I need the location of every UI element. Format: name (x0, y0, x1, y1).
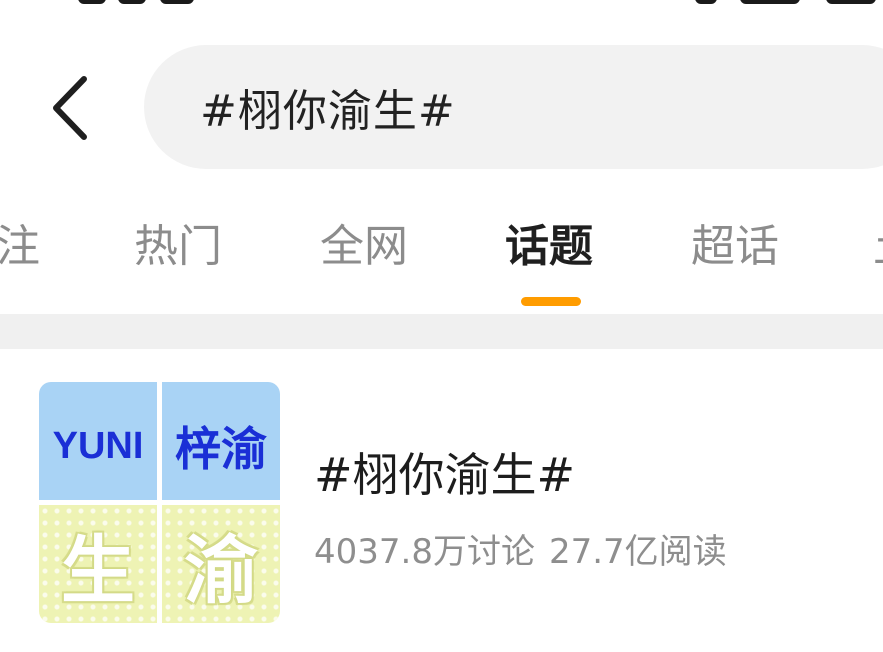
thumbnail-text: 渝 (184, 527, 258, 614)
search-query-text: #栩你渝生# (200, 86, 456, 137)
network-indicator (695, 0, 717, 4)
status-indicator (118, 0, 146, 4)
read-count: 27.7亿阅读 (548, 532, 727, 572)
tab-partial[interactable]: 土 (873, 212, 883, 282)
tab-super-topics[interactable]: 超话 (691, 212, 779, 282)
tab-hot[interactable]: 热门 (134, 212, 222, 282)
tab-all-web[interactable]: 全网 (320, 212, 408, 282)
signal-indicator (826, 0, 876, 4)
thumbnail-tile: YUNI (39, 382, 157, 500)
status-indicator (160, 0, 194, 4)
topic-stats: 4037.8万讨论 27.7亿阅读 (314, 524, 727, 573)
section-divider (0, 314, 883, 349)
thumbnail-tile: 梓渝 (162, 382, 280, 500)
topic-title: #栩你渝生# (314, 448, 576, 502)
topic-thumbnail: YUNI 梓渝 生 渝 (39, 382, 280, 623)
status-bar (0, 0, 883, 8)
tab-topics[interactable]: 话题 (505, 212, 593, 282)
network-speed-indicator (740, 0, 800, 4)
tab-bar: 注 热门 全网 话题 超话 土 (0, 212, 883, 312)
thumbnail-tile: 生 (39, 505, 157, 623)
topic-search-screen: #栩你渝生# 注 热门 全网 话题 超话 土 YUNI 梓渝 生 渝 (0, 0, 883, 652)
thumbnail-text: 生 (61, 527, 135, 614)
thumbnail-tile: 渝 (162, 505, 280, 623)
active-tab-indicator (521, 297, 581, 306)
topic-result-item[interactable]: YUNI 梓渝 生 渝 #栩你渝生# 4037.8万讨论 27.7亿阅读 (0, 349, 883, 652)
chevron-left-icon (53, 76, 87, 140)
back-button[interactable] (40, 70, 100, 146)
thumbnail-text: YUNI (52, 424, 144, 467)
tab-following[interactable]: 注 (0, 212, 40, 282)
search-input[interactable]: #栩你渝生# (144, 45, 883, 169)
discussion-count: 4037.8万讨论 (314, 532, 535, 572)
thumbnail-text: 梓渝 (175, 423, 267, 475)
status-indicator (78, 0, 106, 4)
